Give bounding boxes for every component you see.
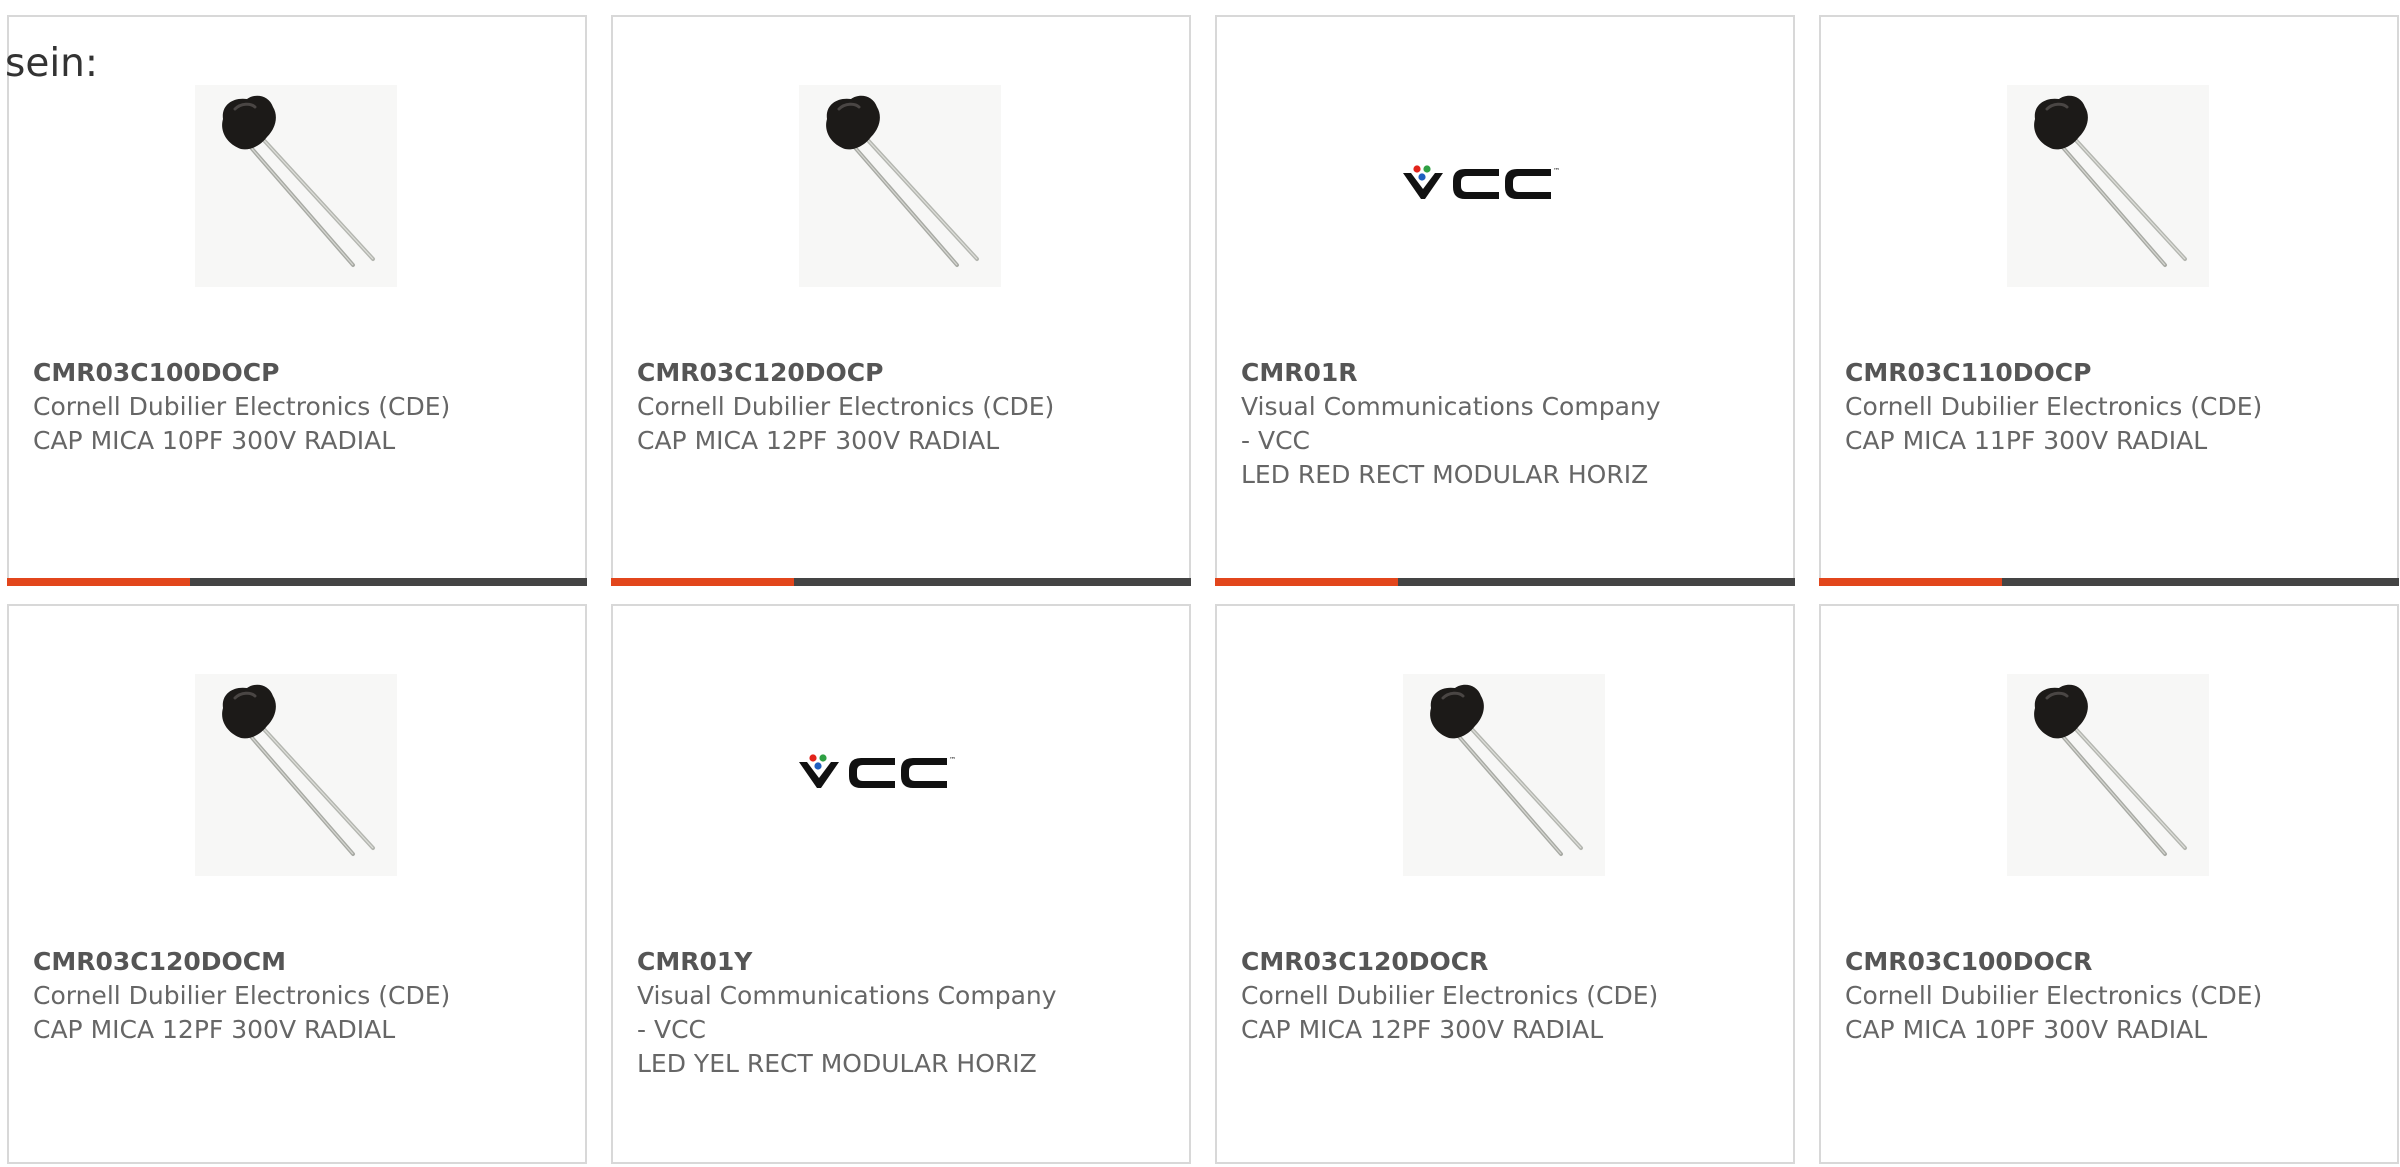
card-progress-accent <box>1215 578 1398 586</box>
product-description: CAP MICA 10PF 300V RADIAL <box>33 426 396 455</box>
part-number[interactable]: CMR01R <box>1241 356 1771 390</box>
svg-text:™: ™ <box>1553 167 1560 175</box>
product-info: CMR01R Visual Communications Company - VCC… <box>1241 356 1771 492</box>
product-description: LED RED RECT MODULAR HORIZ <box>1241 460 1649 489</box>
product-info: CMR03C100DOCR Cornell Dubilier Electronic… <box>1845 945 2375 1047</box>
card-progress-accent <box>611 578 794 586</box>
product-description: CAP MICA 12PF 300V RADIAL <box>637 426 1000 455</box>
product-card[interactable]: CMR03C120DOCR Cornell Dubilier Electronic… <box>1215 604 1795 1164</box>
product-description: CAP MICA 10PF 300V RADIAL <box>1845 1015 2208 1044</box>
product-description: CAP MICA 11PF 300V RADIAL <box>1845 426 2208 455</box>
part-number[interactable]: CMR01Y <box>637 945 1167 979</box>
vcc-logo[interactable]: ™ <box>1403 85 1605 287</box>
card-progress-bar <box>1215 578 1795 586</box>
card-progress-bar <box>611 578 1191 586</box>
card-progress-bar <box>7 578 587 586</box>
part-number[interactable]: CMR03C110DOCP <box>1845 356 2375 390</box>
mica-capacitor-icon[interactable] <box>195 674 397 876</box>
mica-capacitor-icon[interactable] <box>2007 85 2209 287</box>
mica-capacitor-icon[interactable] <box>195 85 397 287</box>
mica-capacitor-icon[interactable] <box>799 85 1001 287</box>
mica-capacitor-icon[interactable] <box>1403 674 1605 876</box>
product-description: LED YEL RECT MODULAR HORIZ <box>637 1049 1037 1078</box>
part-number[interactable]: CMR03C100DOCR <box>1845 945 2375 979</box>
product-description: CAP MICA 12PF 300V RADIAL <box>1241 1015 1604 1044</box>
product-card[interactable]: ™ CMR01Y Visual Communications Company - VC… <box>611 604 1191 1164</box>
product-description: CAP MICA 12PF 300V RADIAL <box>33 1015 396 1044</box>
part-number[interactable]: CMR03C120DOCR <box>1241 945 1771 979</box>
manufacturer-name: Cornell Dubilier Electronics (CDE) <box>1845 981 2263 1010</box>
product-info: CMR03C120DOCP Cornell Dubilier Electronic… <box>637 356 1167 458</box>
manufacturer-name: Cornell Dubilier Electronics (CDE) <box>1241 981 1659 1010</box>
product-info: CMR03C120DOCR Cornell Dubilier Electronic… <box>1241 945 1771 1047</box>
manufacturer-name: Cornell Dubilier Electronics (CDE) <box>33 392 451 421</box>
product-info: CMR01Y Visual Communications Company - VCC… <box>637 945 1167 1081</box>
manufacturer-name: Visual Communications Company <box>1241 392 1661 421</box>
product-card[interactable]: CMR03C100DOCR Cornell Dubilier Electronic… <box>1819 604 2399 1164</box>
product-info: CMR03C120DOCM Cornell Dubilier Electronic… <box>33 945 563 1047</box>
manufacturer-name-cont: - VCC <box>637 1015 706 1044</box>
product-card[interactable]: CMR03C110DOCP Cornell Dubilier Electronic… <box>1819 15 2399 586</box>
manufacturer-name: Cornell Dubilier Electronics (CDE) <box>1845 392 2263 421</box>
manufacturer-name-cont: - VCC <box>1241 426 1310 455</box>
product-info: CMR03C100DOCP Cornell Dubilier Electronic… <box>33 356 563 458</box>
card-progress-accent <box>7 578 190 586</box>
intro-text: sein: <box>5 41 99 86</box>
manufacturer-name: Cornell Dubilier Electronics (CDE) <box>33 981 451 1010</box>
product-card[interactable]: CMR03C100DOCP Cornell Dubilier Electronic… <box>7 15 587 586</box>
part-number[interactable]: CMR03C120DOCP <box>637 356 1167 390</box>
product-card[interactable]: CMR03C120DOCP Cornell Dubilier Electronic… <box>611 15 1191 586</box>
manufacturer-name: Cornell Dubilier Electronics (CDE) <box>637 392 1055 421</box>
vcc-logo[interactable]: ™ <box>799 674 1001 876</box>
card-progress-bar <box>1819 578 2399 586</box>
product-card[interactable]: CMR03C120DOCM Cornell Dubilier Electronic… <box>7 604 587 1164</box>
manufacturer-name: Visual Communications Company <box>637 981 1057 1010</box>
product-card[interactable]: ™ CMR01R Visual Communications Company - VC… <box>1215 15 1795 586</box>
mica-capacitor-icon[interactable] <box>2007 674 2209 876</box>
part-number[interactable]: CMR03C100DOCP <box>33 356 563 390</box>
part-number[interactable]: CMR03C120DOCM <box>33 945 563 979</box>
svg-text:™: ™ <box>949 756 956 764</box>
card-progress-accent <box>1819 578 2002 586</box>
product-grid: CMR03C100DOCP Cornell Dubilier Electronic… <box>7 15 2399 1164</box>
product-info: CMR03C110DOCP Cornell Dubilier Electronic… <box>1845 356 2375 458</box>
